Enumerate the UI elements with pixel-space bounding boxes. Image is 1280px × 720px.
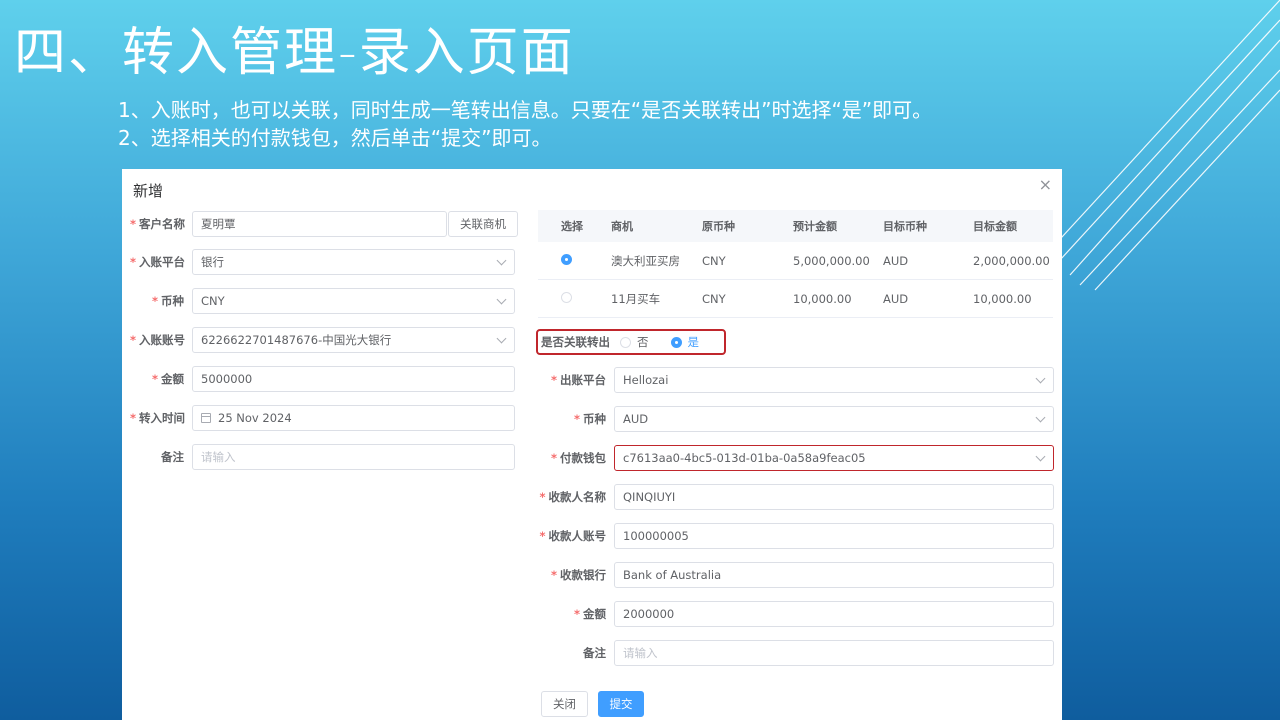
col-select: 选择 xyxy=(561,220,583,233)
table-header: 选择 商机 原币种 预计金额 目标币种 目标金额 xyxy=(538,210,1053,242)
cell-target-currency: AUD xyxy=(883,291,909,306)
payee-account-row: * 收款人账号 100000005 xyxy=(534,523,1054,549)
payee-name-row: * 收款人名称 QINQIUYI xyxy=(534,484,1054,510)
wallet-label: * 付款钱包 xyxy=(550,451,606,465)
currency-label: * 币种 xyxy=(151,294,184,308)
bank-row: * 收款银行 Bank of Australia xyxy=(534,562,1054,588)
out-amount-input[interactable]: 2000000 xyxy=(614,601,1054,627)
payee-account-input[interactable]: 100000005 xyxy=(614,523,1054,549)
account-row: * 入账账号 6226622701487676-中国光大银行 xyxy=(130,327,515,353)
platform-row: * 入账平台 银行 xyxy=(130,249,515,275)
platform-label: * 入账平台 xyxy=(130,255,186,269)
chevron-down-icon xyxy=(496,294,507,305)
col-target-currency: 目标币种 xyxy=(883,220,927,233)
bullet-2: 2、选择相关的付款钱包，然后单击“提交”即可。 xyxy=(118,126,552,150)
chevron-down-icon xyxy=(1035,451,1046,462)
time-row: * 转入时间 25 Nov 2024 xyxy=(130,405,515,431)
out-remark-label: 备注 xyxy=(583,646,606,660)
cell-opportunity: 澳大利亚买房 xyxy=(611,253,680,268)
table-row[interactable]: 澳大利亚买房 CNY 5,000,000.00 AUD 2,000,000.00 xyxy=(538,242,1053,280)
chevron-down-icon xyxy=(496,333,507,344)
amount-input[interactable]: 5000000 xyxy=(192,366,515,392)
slide-bullets: 1、入账时，也可以关联，同时生成一笔转出信息。只要在“是否关联转出”时选择“是”… xyxy=(118,96,932,152)
cell-est-amount: 5,000,000.00 xyxy=(793,253,870,268)
link-transfer-group: 是否关联转出 否 是 xyxy=(536,329,726,355)
customer-input[interactable]: 夏明覃 xyxy=(192,211,447,237)
col-target-amount: 目标金额 xyxy=(973,220,1017,233)
cell-src-currency: CNY xyxy=(702,291,726,306)
link-transfer-no[interactable]: 否 xyxy=(620,334,649,350)
out-amount-label: * 金额 xyxy=(573,607,606,621)
payee-name-input[interactable]: QINQIUYI xyxy=(614,484,1054,510)
out-currency-label: * 币种 xyxy=(573,412,606,426)
link-opportunity-button[interactable]: 关联商机 xyxy=(448,211,518,237)
account-label: * 入账账号 xyxy=(130,333,186,347)
out-currency-select[interactable]: AUD xyxy=(614,406,1054,432)
col-est-amount: 预计金额 xyxy=(793,220,837,233)
col-src-currency: 原币种 xyxy=(702,220,735,233)
wallet-select[interactable]: c7613aa0-4bc5-013d-01ba-0a58a9feac05 xyxy=(614,445,1054,471)
remark-input[interactable]: 请输入 xyxy=(192,444,515,470)
time-label: * 转入时间 xyxy=(130,411,186,425)
out-platform-label: * 出账平台 xyxy=(550,373,606,387)
platform-select[interactable]: 银行 xyxy=(192,249,515,275)
cell-src-currency: CNY xyxy=(702,253,726,268)
cell-target-currency: AUD xyxy=(883,253,909,268)
opportunity-table: 选择 商机 原币种 预计金额 目标币种 目标金额 澳大利亚买房 CNY 5,00… xyxy=(538,210,1053,318)
chevron-down-icon xyxy=(1035,373,1046,384)
bullet-1: 1、入账时，也可以关联，同时生成一笔转出信息。只要在“是否关联转出”时选择“是”… xyxy=(118,98,933,122)
remark-row: 备注 请输入 xyxy=(130,444,515,470)
cell-opportunity: 11月买车 xyxy=(611,291,661,306)
radio-no[interactable] xyxy=(620,336,631,348)
cell-est-amount: 10,000.00 xyxy=(793,291,852,306)
customer-label: * 客户名称 xyxy=(130,217,186,231)
out-remark-row: 备注 请输入 xyxy=(534,640,1054,666)
slide-title: 四、转入管理-录入页面 xyxy=(14,23,575,83)
out-remark-input[interactable]: 请输入 xyxy=(614,640,1054,666)
cell-target-amount: 2,000,000.00 xyxy=(973,253,1050,268)
out-amount-row: * 金额 2000000 xyxy=(534,601,1054,627)
dialog-title: 新增 xyxy=(133,182,164,200)
table-row[interactable]: 11月买车 CNY 10,000.00 AUD 10,000.00 xyxy=(538,280,1053,318)
amount-row: * 金额 5000000 xyxy=(130,366,515,392)
col-opportunity: 商机 xyxy=(611,220,633,233)
decorative-lines xyxy=(1050,0,1280,291)
row-radio[interactable] xyxy=(561,291,572,303)
link-transfer-yes[interactable]: 是 xyxy=(670,334,699,350)
chevron-down-icon xyxy=(1035,412,1046,423)
close-icon[interactable]: × xyxy=(1039,175,1052,194)
wallet-row: * 付款钱包 c7613aa0-4bc5-013d-01ba-0a58a9feac… xyxy=(534,445,1054,471)
close-button[interactable]: 关闭 xyxy=(541,691,588,717)
bank-label: * 收款银行 xyxy=(550,568,606,582)
out-currency-row: * 币种 AUD xyxy=(534,406,1054,432)
row-radio[interactable] xyxy=(561,253,572,265)
payee-account-label: * 收款人账号 xyxy=(539,529,606,543)
remark-label: 备注 xyxy=(161,450,184,464)
radio-yes[interactable] xyxy=(670,336,682,348)
customer-row: * 客户名称 夏明覃 关联商机 xyxy=(130,211,518,237)
out-platform-row: * 出账平台 Hellozai xyxy=(534,367,1054,393)
cell-target-amount: 10,000.00 xyxy=(973,291,1032,306)
date-picker[interactable]: 25 Nov 2024 xyxy=(192,405,515,431)
submit-button[interactable]: 提交 xyxy=(598,691,644,717)
calendar-icon xyxy=(201,413,211,423)
payee-name-label: * 收款人名称 xyxy=(539,490,606,504)
currency-select[interactable]: CNY xyxy=(192,288,515,314)
out-platform-select[interactable]: Hellozai xyxy=(614,367,1054,393)
add-dialog: 新增 × * 客户名称 夏明覃 关联商机 * 入账平台 银行 * 币种 CNY * 入账… xyxy=(122,169,1062,720)
account-select[interactable]: 6226622701487676-中国光大银行 xyxy=(192,327,515,353)
bank-input[interactable]: Bank of Australia xyxy=(614,562,1054,588)
link-transfer-label: 是否关联转出 xyxy=(541,335,610,349)
chevron-down-icon xyxy=(496,255,507,266)
currency-row: * 币种 CNY xyxy=(130,288,515,314)
amount-label: * 金额 xyxy=(151,372,184,386)
